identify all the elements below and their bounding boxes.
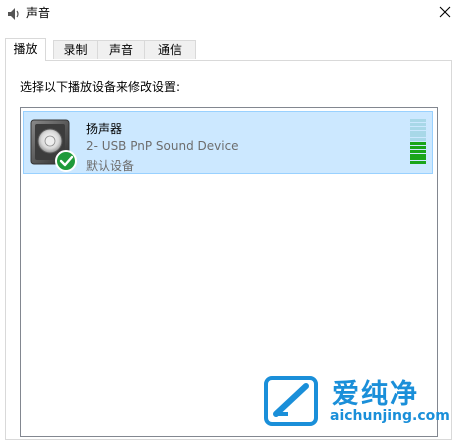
level-bar — [410, 161, 426, 165]
default-checkmark-icon — [55, 150, 77, 172]
level-bar — [410, 157, 426, 161]
volume-level-meter — [410, 119, 426, 165]
level-bar — [410, 149, 426, 153]
level-bar — [410, 153, 426, 157]
window-title: 声音 — [26, 6, 51, 20]
level-bar — [410, 122, 426, 126]
watermark-url: aichunjing.com — [330, 408, 450, 424]
sound-dialog: 声音 播放 录制 声音 通信 选择以下播放设备来修改设置: 扬声器 2- USB… — [0, 0, 459, 440]
title-bar[interactable]: 声音 — [0, 0, 459, 28]
watermark: 爱纯净 aichunjing.com — [262, 372, 459, 430]
level-bar — [410, 142, 426, 145]
device-status: 默认设备 — [86, 159, 135, 173]
tab-playback[interactable]: 播放 — [5, 38, 46, 61]
watermark-brand: 爱纯净 — [332, 379, 419, 410]
close-icon — [439, 6, 451, 18]
speaker-icon — [6, 6, 22, 22]
watermark-logo-icon — [262, 374, 322, 428]
level-bar — [410, 130, 426, 134]
level-bar — [410, 126, 426, 130]
tab-recording[interactable]: 录制 — [53, 40, 98, 59]
tab-communications[interactable]: 通信 — [144, 40, 196, 59]
level-bar — [410, 138, 426, 142]
speaker-device-icon — [29, 118, 77, 172]
list-item[interactable]: 扬声器 2- USB PnP Sound Device 默认设备 — [23, 111, 433, 174]
device-description: 2- USB PnP Sound Device — [86, 139, 239, 153]
instruction-text: 选择以下播放设备来修改设置: — [20, 80, 181, 94]
device-name: 扬声器 — [86, 122, 123, 136]
level-bar — [410, 145, 426, 149]
close-button[interactable] — [431, 0, 459, 26]
tab-sounds[interactable]: 声音 — [97, 40, 145, 59]
level-bar — [410, 134, 426, 138]
level-bar — [410, 119, 426, 122]
